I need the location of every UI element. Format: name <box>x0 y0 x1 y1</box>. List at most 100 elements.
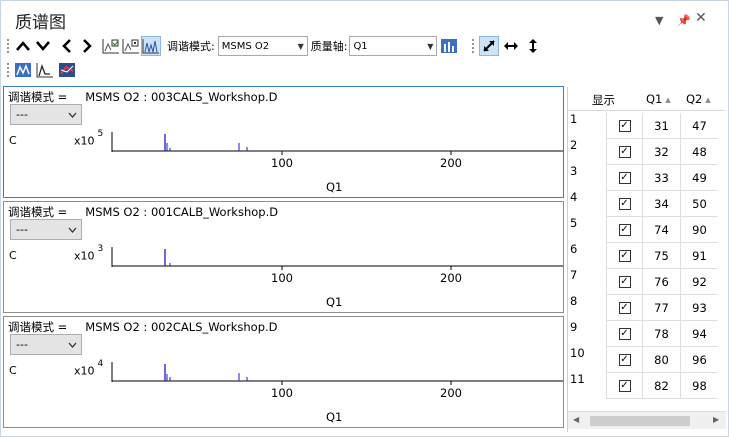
show-checkbox[interactable]: ✓ <box>618 223 631 236</box>
x-axis-label: Q1 <box>326 180 343 194</box>
toolbar-grip-2[interactable] <box>471 38 476 54</box>
row-number: 11 <box>570 372 585 386</box>
row-number: 7 <box>570 268 578 282</box>
q1-cell: 33 <box>642 165 680 191</box>
q1-cell: 34 <box>642 191 680 217</box>
spectrum-pane-1[interactable]: 调谐模式 = MSMS O2 : 003CALS_Workshop.D --- C… <box>3 86 564 198</box>
q1-cell: 75 <box>642 243 680 269</box>
column-header-q2[interactable]: Q2 ▲ <box>686 92 711 106</box>
show-checkbox[interactable]: ✓ <box>618 301 631 314</box>
show-cell[interactable]: ✓ <box>606 373 642 399</box>
close-icon[interactable]: ✕ <box>695 10 707 26</box>
dropdown-arrow-icon[interactable]: ▼ <box>655 14 663 27</box>
expand-horizontal-icon[interactable] <box>501 36 521 56</box>
arrow-up-icon[interactable] <box>13 36 33 56</box>
spectrum-view-icon[interactable] <box>13 60 33 80</box>
q2-cell: 96 <box>680 347 718 373</box>
expand-vertical-icon[interactable] <box>523 36 543 56</box>
q2-cell: 92 <box>680 269 718 295</box>
q2-cell: 49 <box>680 165 718 191</box>
show-checkbox[interactable]: ✓ <box>618 249 631 262</box>
spectrum-plot: 100 200 <box>111 247 563 285</box>
q2-cell: 50 <box>680 191 718 217</box>
table-row[interactable]: 6 ✓ 75 91 <box>568 242 726 269</box>
mass-axis-select[interactable]: Q1 ▼ <box>349 36 438 56</box>
spectrum-line-icon[interactable] <box>35 60 55 80</box>
spectrum-color-icon[interactable] <box>57 60 77 80</box>
tune-mode-label: 调谐模式: <box>167 40 215 53</box>
table-row[interactable]: 3 ✓ 33 49 <box>568 164 726 191</box>
table-row[interactable]: 2 ✓ 32 48 <box>568 138 726 165</box>
sort-up-icon: ▲ <box>705 96 711 104</box>
show-cell[interactable]: ✓ <box>606 191 642 217</box>
table-row[interactable]: 1 ✓ 31 47 <box>568 112 726 139</box>
pin-icon[interactable]: 📌 <box>677 14 691 27</box>
bar-chart-icon[interactable] <box>439 36 459 56</box>
q2-cell: 93 <box>680 295 718 321</box>
show-checkbox[interactable]: ✓ <box>618 353 631 366</box>
show-checkbox[interactable]: ✓ <box>618 379 631 392</box>
show-checkbox[interactable]: ✓ <box>618 171 631 184</box>
show-cell[interactable]: ✓ <box>606 243 642 269</box>
table-row[interactable]: 8 ✓ 77 93 <box>568 294 726 321</box>
q2-cell: 94 <box>680 321 718 347</box>
q1-cell: 32 <box>642 139 680 165</box>
x-axis-label: Q1 <box>326 410 343 424</box>
show-checkbox[interactable]: ✓ <box>618 119 631 132</box>
show-cell[interactable]: ✓ <box>606 217 642 243</box>
show-cell[interactable]: ✓ <box>606 269 642 295</box>
q1-cell: 82 <box>642 373 680 399</box>
spectrum-check-icon[interactable] <box>101 36 121 56</box>
spectrum-pane-2[interactable]: 调谐模式 = MSMS O2 : 001CALB_Workshop.D --- C… <box>3 201 564 313</box>
column-header-q1[interactable]: Q1 ▲ <box>646 92 671 106</box>
row-number: 8 <box>570 294 578 308</box>
column-header-show[interactable]: 显示 <box>592 92 615 108</box>
show-checkbox[interactable]: ✓ <box>618 145 631 158</box>
spectrum-plot: 100 200 <box>111 132 563 170</box>
x-tick-label: 100 <box>271 386 293 400</box>
show-cell[interactable]: ✓ <box>606 347 642 373</box>
q1-cell: 80 <box>642 347 680 373</box>
row-number: 5 <box>570 216 578 230</box>
x-tick-label: 200 <box>440 386 462 400</box>
show-cell[interactable]: ✓ <box>606 113 642 139</box>
arrow-down-icon[interactable] <box>33 36 53 56</box>
mass-axis-label: 质量轴: <box>310 40 348 53</box>
q1-cell: 74 <box>642 217 680 243</box>
show-cell[interactable]: ✓ <box>606 165 642 191</box>
q1-cell: 31 <box>642 113 680 139</box>
table-row[interactable]: 7 ✓ 76 92 <box>568 268 726 295</box>
toolbar-grip-3[interactable] <box>6 62 10 78</box>
ion-table: 显示 Q1 ▲ Q2 ▲ 1 ✓ 31 47 2 ✓ 32 48 3 ✓ 33 49 4 ✓ 34 50 5 ✓ 74 9… <box>567 87 726 432</box>
show-cell[interactable]: ✓ <box>606 139 642 165</box>
tune-mode-select[interactable]: MSMS O2 ▼ <box>217 36 308 56</box>
show-cell[interactable]: ✓ <box>606 295 642 321</box>
expand-diagonal-icon[interactable] <box>479 36 500 56</box>
row-number: 4 <box>570 190 578 204</box>
row-number: 2 <box>570 138 578 152</box>
window-title: 质谱图 <box>15 13 66 33</box>
table-row[interactable]: 4 ✓ 34 50 <box>568 190 726 217</box>
q2-cell: 90 <box>680 217 718 243</box>
spectrum-overlay-icon[interactable] <box>141 36 161 56</box>
show-checkbox[interactable]: ✓ <box>618 275 631 288</box>
arrow-right-icon[interactable] <box>77 36 97 56</box>
arrow-left-icon[interactable] <box>57 36 77 56</box>
table-row[interactable]: 10 ✓ 80 96 <box>568 346 726 373</box>
show-checkbox[interactable]: ✓ <box>618 327 631 340</box>
spectrum-zoom-icon[interactable] <box>121 36 141 56</box>
table-row[interactable]: 5 ✓ 74 90 <box>568 216 726 243</box>
show-cell[interactable]: ✓ <box>606 321 642 347</box>
scroll-left-icon: ◀ <box>573 415 580 424</box>
row-number: 1 <box>570 112 578 126</box>
table-row[interactable]: 9 ✓ 78 94 <box>568 320 726 347</box>
scroll-thumb[interactable] <box>590 416 690 426</box>
spectrum-plot: 100 200 <box>111 362 563 400</box>
horizontal-scrollbar[interactable]: ◀ ▶ <box>568 411 726 429</box>
table-row[interactable]: 11 ✓ 82 98 <box>568 372 726 399</box>
toolbar-grip[interactable] <box>6 38 10 54</box>
x-axis-label: Q1 <box>326 295 343 309</box>
show-checkbox[interactable]: ✓ <box>618 197 631 210</box>
spectrum-pane-3[interactable]: 调谐模式 = MSMS O2 : 002CALS_Workshop.D --- C… <box>3 316 564 428</box>
q2-cell: 91 <box>680 243 718 269</box>
